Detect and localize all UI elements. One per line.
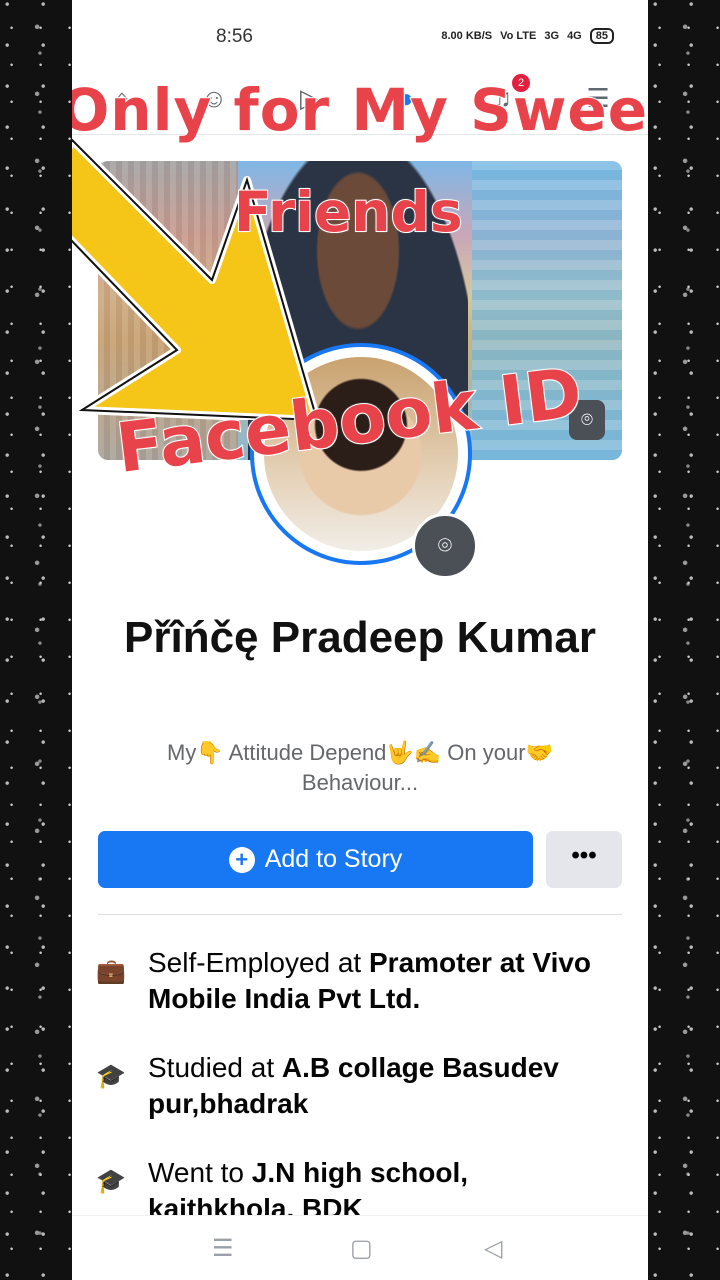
status-icons: 8.00 KB/S Vo LTE 3G 4G 85 bbox=[441, 28, 614, 44]
more-options-button[interactable]: ••• bbox=[546, 831, 622, 888]
overlay-caption-line1: Only for My Sweet bbox=[72, 75, 648, 145]
signal-3g-icon: 3G bbox=[544, 30, 560, 42]
info-school-prefix: Went to bbox=[148, 1157, 252, 1188]
profile-name: Přîńčę Pradeep Kumar bbox=[124, 613, 596, 662]
graduation-cap-icon: 🎓 bbox=[96, 1168, 126, 1195]
info-work: 💼 Self-Employed at Pramoter at Vivo Mobi… bbox=[96, 945, 616, 1017]
info-college: 🎓 Studied at A.B collage Basudev pur,bha… bbox=[96, 1050, 616, 1122]
status-time: 8:56 bbox=[216, 26, 253, 47]
home-button-icon[interactable]: ▢ bbox=[350, 1234, 373, 1263]
signal-4g-icon: 4G bbox=[567, 30, 582, 42]
phone-screen: 8:56 8.00 KB/S Vo LTE 3G 4G 85 ⌂ ☺ ▷ ● ♫… bbox=[72, 0, 648, 1280]
add-to-story-button[interactable]: + Add to Story bbox=[98, 831, 533, 888]
info-work-prefix: Self-Employed at bbox=[148, 947, 369, 978]
speckled-background-left bbox=[0, 0, 72, 1280]
plus-circle-icon: + bbox=[228, 846, 255, 873]
system-navigation-bar: ☰ ▢ ◁ bbox=[72, 1215, 648, 1280]
back-icon[interactable]: ◁ bbox=[484, 1234, 502, 1263]
network-speed: 8.00 KB/S bbox=[441, 30, 493, 42]
graduation-cap-icon: 🎓 bbox=[96, 1063, 126, 1090]
avatar-camera-icon[interactable]: ⌾ bbox=[412, 513, 478, 579]
battery-icon: 85 bbox=[589, 28, 614, 44]
profile-bio: My👇 Attitude Depend🤟✍️ On your🤝 Behaviou… bbox=[167, 740, 553, 795]
status-bar: 8:56 8.00 KB/S Vo LTE 3G 4G 85 bbox=[72, 0, 648, 72]
overlay-caption-line2: Friends bbox=[233, 179, 464, 245]
volte-icon: Vo LTE bbox=[500, 30, 537, 42]
briefcase-icon: 💼 bbox=[96, 958, 126, 985]
add-to-story-label: Add to Story bbox=[264, 845, 403, 873]
recent-apps-icon[interactable]: ☰ bbox=[212, 1234, 234, 1263]
yellow-arrow-icon bbox=[72, 136, 321, 420]
speckled-background-right bbox=[648, 0, 720, 1280]
divider bbox=[98, 914, 622, 915]
info-college-prefix: Studied at bbox=[148, 1052, 282, 1083]
